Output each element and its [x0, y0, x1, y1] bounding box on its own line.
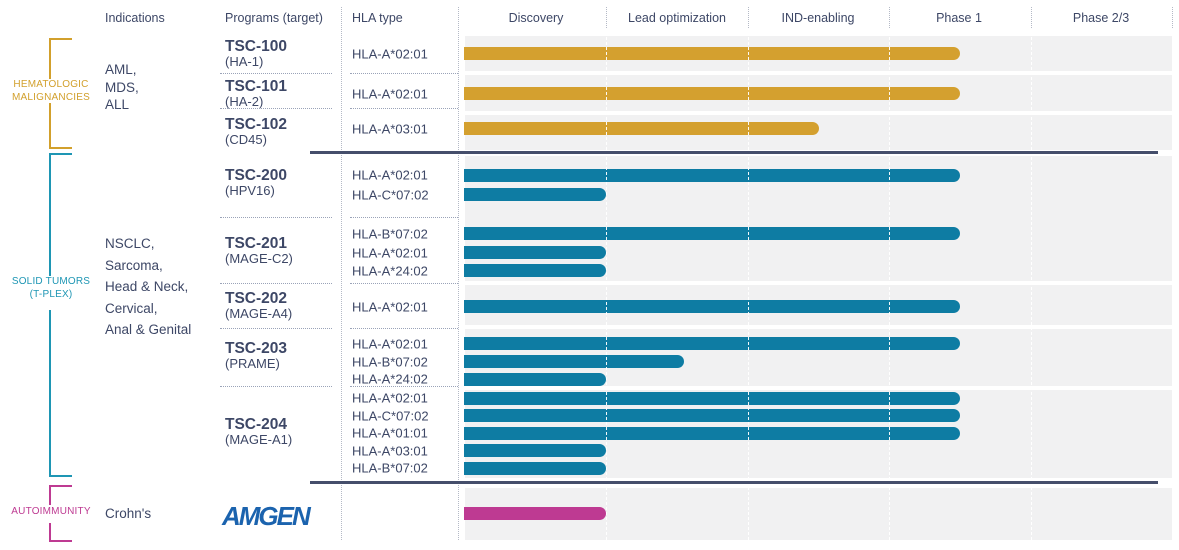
- program-separator: [350, 328, 458, 329]
- column-separator: [458, 7, 459, 540]
- progress-bar: [464, 122, 819, 135]
- progress-bar: [464, 337, 960, 350]
- hla-type-label: HLA-B*07:02: [352, 461, 428, 476]
- indications-solid-tumors: NSCLC, Sarcoma, Head & Neck, Cervical, A…: [105, 233, 191, 341]
- phase-header-discovery: Discovery: [509, 11, 564, 25]
- program-separator: [220, 108, 332, 109]
- phase-grid-line: [1031, 7, 1032, 28]
- hla-type-label: HLA-C*07:02: [352, 408, 429, 423]
- program-name: TSC-203: [225, 341, 287, 357]
- progress-bar: [464, 264, 606, 277]
- program-target: (HA-2): [225, 95, 263, 109]
- progress-bar: [464, 87, 960, 100]
- section-label-autoimmunity: AUTOIMMUNITY: [0, 506, 102, 519]
- section-divider: [310, 151, 1158, 154]
- program-name: TSC-204: [225, 417, 287, 433]
- phase-grid-line: [889, 32, 890, 540]
- program-target: (PRAME): [225, 357, 280, 371]
- program-separator: [350, 283, 458, 284]
- indications-autoimmunity: Crohn's: [105, 505, 151, 522]
- hematologic-bracket-bottom: [49, 103, 72, 149]
- hla-type-label: HLA-B*07:02: [352, 226, 428, 241]
- progress-bar: [464, 355, 684, 368]
- hla-type-label: HLA-C*07:02: [352, 187, 429, 202]
- phase-grid-line: [1172, 7, 1173, 28]
- column-header-programs: Programs (target): [225, 11, 323, 25]
- progress-bar: [464, 227, 960, 240]
- progress-bar: [464, 444, 606, 457]
- hla-type-label: HLA-A*02:01: [352, 46, 428, 61]
- program-name: TSC-202: [225, 291, 287, 307]
- progress-bar: [464, 507, 606, 520]
- column-header-indications: Indications: [105, 11, 165, 25]
- phase-grid-line: [748, 7, 749, 28]
- phase-header-lead-optimization: Lead optimization: [628, 11, 726, 25]
- amgen-logo: AMGEN: [222, 501, 309, 532]
- hla-type-label: HLA-A*03:01: [352, 121, 428, 136]
- program-target: (HA-1): [225, 55, 263, 69]
- phase-header-phase-1: Phase 1: [936, 11, 982, 25]
- program-target: (CD45): [225, 133, 267, 147]
- progress-bar: [464, 188, 606, 201]
- program-separator: [220, 386, 332, 387]
- hla-type-label: HLA-A*24:02: [352, 263, 428, 278]
- program-separator: [350, 73, 458, 74]
- program-target: (MAGE-C2): [225, 252, 293, 266]
- progress-bar: [464, 169, 960, 182]
- progress-bar: [464, 427, 960, 440]
- program-separator: [350, 217, 458, 218]
- phase-grid-line: [748, 32, 749, 540]
- program-target: (MAGE-A1): [225, 433, 292, 447]
- progress-bar: [464, 300, 960, 313]
- program-separator: [220, 217, 332, 218]
- progress-bar: [464, 373, 606, 386]
- phase-grid-line: [889, 7, 890, 28]
- program-name: TSC-201: [225, 236, 287, 252]
- hla-type-label: HLA-A*24:02: [352, 372, 428, 387]
- program-name: TSC-200: [225, 168, 287, 184]
- hla-type-label: HLA-A*02:01: [352, 86, 428, 101]
- program-separator: [220, 283, 332, 284]
- section-label-solid-tumors: SOLID TUMORS (T-PLEX): [0, 276, 102, 301]
- progress-bar: [464, 246, 606, 259]
- indications-hematologic: AML, MDS, ALL: [105, 61, 139, 114]
- program-separator: [220, 73, 332, 74]
- program-name: TSC-102: [225, 117, 287, 133]
- column-header-hla: HLA type: [352, 11, 403, 25]
- program-separator: [220, 328, 332, 329]
- hematologic-bracket-top: [49, 38, 72, 79]
- hla-type-label: HLA-A*02:01: [352, 299, 428, 314]
- hla-type-label: HLA-A*03:01: [352, 443, 428, 458]
- solid-tumors-bracket-bottom: [49, 310, 72, 477]
- phase-grid-line: [1031, 32, 1032, 540]
- progress-bar: [464, 392, 960, 405]
- autoimmunity-bracket-bottom: [49, 523, 72, 542]
- hla-type-label: HLA-A*02:01: [352, 168, 428, 183]
- hla-type-label: HLA-A*02:01: [352, 245, 428, 260]
- program-separator: [350, 386, 458, 387]
- program-name: TSC-101: [225, 79, 287, 95]
- autoimmunity-bracket-top: [49, 485, 72, 505]
- program-name: TSC-100: [225, 39, 287, 55]
- solid-tumors-bracket-top: [49, 153, 72, 276]
- section-divider: [310, 481, 1158, 484]
- hla-type-label: HLA-A*01:01: [352, 426, 428, 441]
- phase-grid-line: [606, 7, 607, 28]
- program-target: (HPV16): [225, 184, 275, 198]
- program-separator: [350, 108, 458, 109]
- progress-bar: [464, 409, 960, 422]
- progress-bar: [464, 47, 960, 60]
- pipeline-chart: Indications Programs (target) HLA type D…: [0, 0, 1179, 550]
- phase-grid-line: [606, 32, 607, 540]
- phase-header-phase-2-3: Phase 2/3: [1073, 11, 1129, 25]
- progress-bar: [464, 462, 606, 475]
- hla-type-label: HLA-B*07:02: [352, 354, 428, 369]
- hla-type-label: HLA-A*02:01: [352, 391, 428, 406]
- hla-type-label: HLA-A*02:01: [352, 336, 428, 351]
- program-target: (MAGE-A4): [225, 307, 292, 321]
- column-separator: [341, 7, 342, 540]
- phase-header-ind-enabling: IND-enabling: [782, 11, 855, 25]
- section-label-hematologic: HEMATOLOGIC MALIGNANCIES: [0, 79, 102, 104]
